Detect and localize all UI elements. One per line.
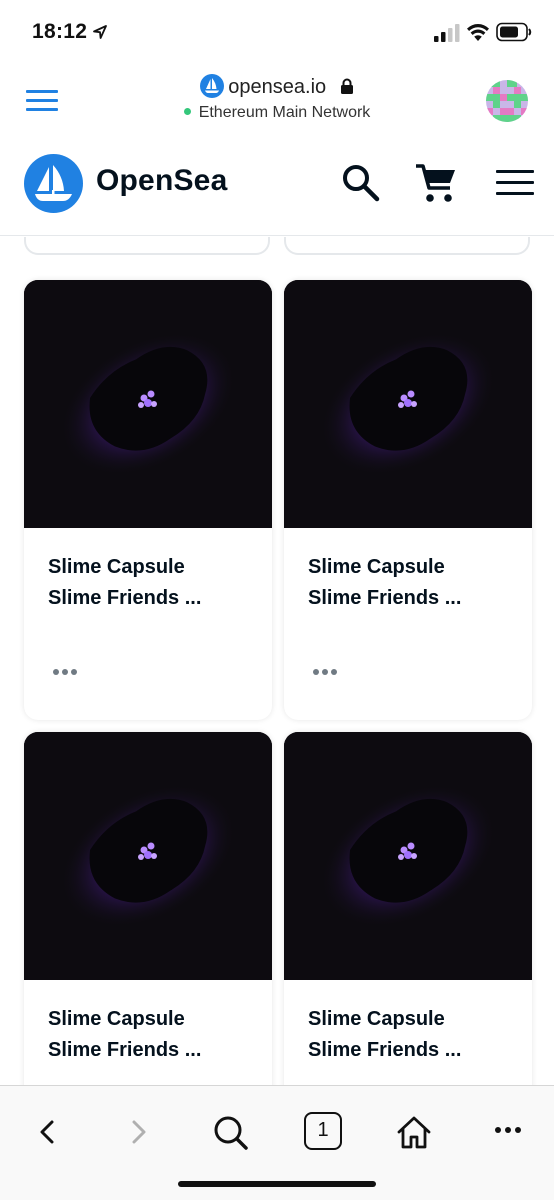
asset-name: Slime Friends ... bbox=[308, 1039, 462, 1061]
collection-name: Slime Capsule bbox=[308, 1008, 445, 1030]
previous-card-bottom[interactable] bbox=[24, 237, 270, 255]
lock-icon bbox=[340, 78, 353, 94]
network-status-dot bbox=[183, 108, 191, 115]
domain-text: opensea.io bbox=[228, 76, 327, 98]
asset-image[interactable] bbox=[284, 732, 532, 980]
more-options-icon[interactable] bbox=[52, 668, 78, 676]
more-icon[interactable] bbox=[488, 1112, 528, 1152]
collection-name: Slime Capsule bbox=[48, 1008, 185, 1030]
network-label: Ethereum Main Network bbox=[198, 104, 371, 121]
asset-card[interactable]: Slime Capsule Slime Friends ... bbox=[284, 280, 532, 720]
previous-card-bottom[interactable] bbox=[284, 237, 530, 255]
account-avatar[interactable] bbox=[486, 80, 528, 122]
asset-grid: Slime Capsule Slime Friends ... Slime Ca… bbox=[0, 237, 554, 1085]
asset-card[interactable]: Slime Capsule Slime Friends ... bbox=[24, 280, 272, 720]
search-icon[interactable] bbox=[210, 1112, 250, 1152]
address-field[interactable]: opensea.io bbox=[0, 74, 554, 99]
home-icon[interactable] bbox=[394, 1112, 434, 1152]
cart-icon[interactable] bbox=[414, 162, 458, 204]
asset-image[interactable] bbox=[284, 280, 532, 528]
asset-image[interactable] bbox=[24, 732, 272, 980]
more-options-icon[interactable] bbox=[312, 668, 338, 676]
asset-name: Slime Friends ... bbox=[48, 587, 202, 609]
collection-name: Slime Capsule bbox=[48, 556, 185, 578]
asset-card[interactable]: Slime Capsule Slime Friends ... bbox=[24, 732, 272, 1085]
browser-toolbar: 1 bbox=[0, 1085, 554, 1200]
asset-title[interactable]: Slime Capsule Slime Friends ... bbox=[308, 1004, 461, 1066]
asset-name: Slime Friends ... bbox=[308, 587, 462, 609]
back-icon[interactable] bbox=[28, 1112, 68, 1152]
asset-title[interactable]: Slime Capsule Slime Friends ... bbox=[48, 1004, 201, 1066]
asset-title[interactable]: Slime Capsule Slime Friends ... bbox=[308, 552, 461, 614]
status-bar: 18:12 bbox=[0, 0, 554, 64]
tabs-button[interactable]: 1 bbox=[304, 1112, 342, 1150]
asset-card[interactable]: Slime Capsule Slime Friends ... bbox=[284, 732, 532, 1085]
collection-name: Slime Capsule bbox=[308, 556, 445, 578]
opensea-header: OpenSea bbox=[0, 138, 554, 236]
asset-image[interactable] bbox=[24, 280, 272, 528]
network-indicator: Ethereum Main Network bbox=[0, 104, 554, 122]
opensea-logo-icon[interactable] bbox=[24, 154, 83, 213]
menu-icon[interactable] bbox=[496, 170, 534, 196]
location-arrow-icon bbox=[93, 25, 107, 39]
browser-url-bar: opensea.io Ethereum Main Network bbox=[0, 64, 554, 138]
wifi-icon bbox=[467, 24, 489, 41]
battery-icon bbox=[496, 22, 532, 42]
cell-signal-icon bbox=[434, 24, 460, 42]
search-icon[interactable] bbox=[340, 162, 380, 202]
home-indicator[interactable] bbox=[178, 1181, 376, 1187]
brand-wordmark[interactable]: OpenSea bbox=[96, 164, 227, 198]
asset-name: Slime Friends ... bbox=[48, 1039, 202, 1061]
status-time: 18:12 bbox=[32, 20, 88, 43]
asset-title[interactable]: Slime Capsule Slime Friends ... bbox=[48, 552, 201, 614]
forward-icon[interactable] bbox=[118, 1112, 158, 1152]
opensea-site-icon bbox=[200, 74, 225, 98]
